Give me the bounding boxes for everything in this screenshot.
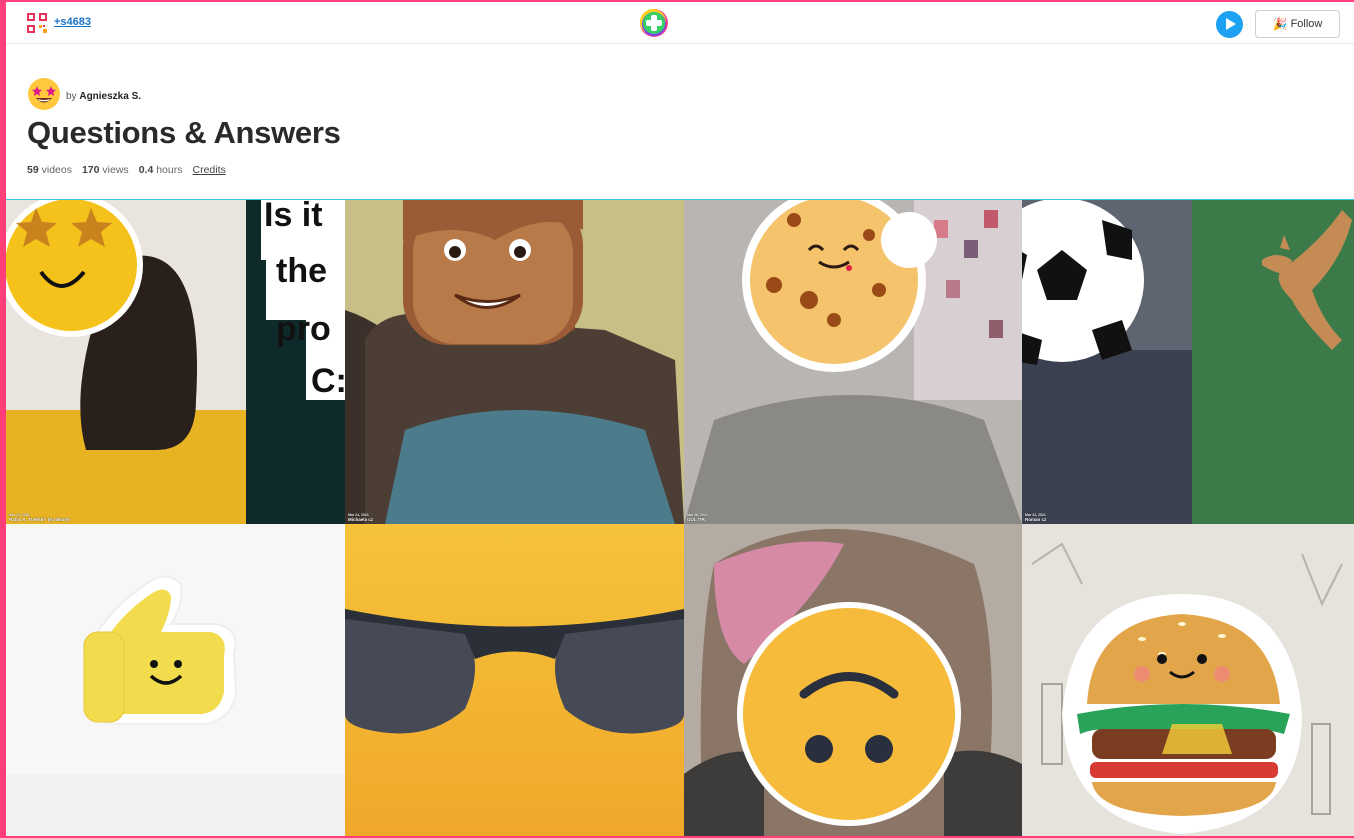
- videos-stat: 59 videos: [27, 164, 72, 176]
- join-code-link[interactable]: +s4683: [54, 16, 91, 28]
- credits-link[interactable]: Credits: [192, 164, 225, 176]
- byline: by Agnieszka S.: [66, 91, 141, 102]
- video-thumbnail: [6, 524, 345, 836]
- video-thumbnail: [345, 524, 684, 836]
- follow-button[interactable]: 🎉 Follow: [1255, 10, 1340, 38]
- video-thumbnail: [1022, 200, 1354, 524]
- video-tile[interactable]: Mar 24, 2021 Roman cz: [1022, 200, 1354, 524]
- video-thumbnail: [684, 200, 1022, 524]
- overlay-text-4: C:: [311, 362, 345, 400]
- video-thumbnail: [1022, 524, 1354, 836]
- video-thumbnail: Is it the pro C:: [6, 200, 345, 524]
- page-title: Questions & Answers: [27, 115, 341, 150]
- video-tile[interactable]: Is it the pro C: Mar 21, 2021 Rabia A. T…: [6, 200, 345, 524]
- board-stats: 59 videos 170 views 0.4 hours Credits: [27, 164, 226, 176]
- qr-code-icon[interactable]: [27, 13, 47, 33]
- overlay-text-2: the: [276, 252, 327, 290]
- party-icon: 🎉: [1272, 17, 1288, 31]
- overlay-text-3: pro: [276, 310, 331, 348]
- video-thumbnail: [684, 524, 1022, 836]
- tile-caption: Mar 21, 2021 Rabia A. TURKEY (Kırıkkale): [9, 513, 70, 523]
- app-logo-icon[interactable]: [638, 7, 670, 39]
- byline-prefix: by: [66, 91, 77, 102]
- video-grid: Is it the pro C: Mar 21, 2021 Rabia A. T…: [6, 199, 1354, 836]
- overlay-text-1: Is it: [264, 200, 323, 234]
- author-name[interactable]: Agnieszka S.: [79, 91, 141, 102]
- views-stat: 170 views: [81, 164, 129, 176]
- video-tile[interactable]: [684, 524, 1022, 836]
- video-tile[interactable]: [1022, 524, 1354, 836]
- top-bar: +s4683 🎉 Follow: [6, 2, 1354, 44]
- video-tile[interactable]: [345, 524, 684, 836]
- page-frame: +s4683 🎉 Follow by Agnieszka S. Question…: [6, 2, 1354, 836]
- video-tile[interactable]: [6, 524, 345, 836]
- avatar-emoji-icon[interactable]: [27, 77, 61, 111]
- tile-caption: Mar 24, 2021 Roman cz: [1025, 513, 1047, 523]
- video-tile[interactable]: Mar 24, 2021 Michaela cz: [345, 200, 684, 524]
- hours-stat: 0.4 hours: [138, 164, 183, 176]
- follow-label: Follow: [1290, 18, 1323, 30]
- video-thumbnail: [345, 200, 684, 524]
- play-all-button[interactable]: [1216, 11, 1243, 38]
- video-tile[interactable]: Mar 26, 2021 GÜL /TR: [684, 200, 1022, 524]
- tile-caption: Mar 26, 2021 GÜL /TR: [687, 513, 708, 523]
- tile-caption: Mar 24, 2021 Michaela cz: [348, 513, 374, 523]
